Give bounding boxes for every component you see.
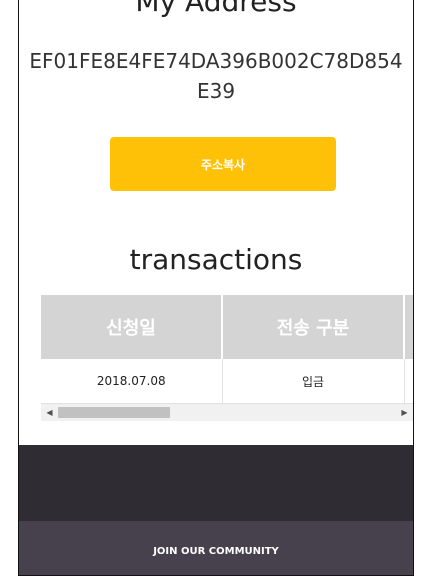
address-title: My Address — [135, 0, 297, 18]
triangle-right-icon[interactable]: ▶ — [396, 404, 413, 421]
cell-date: 2018.07.08 — [41, 359, 223, 404]
transactions-table: 신청일 전송 구분 H 2018.07.08 입금 — [41, 295, 413, 404]
table-header-row: 신청일 전송 구분 H — [41, 295, 413, 359]
horizontal-scrollbar[interactable]: ◀ ▶ — [41, 404, 413, 421]
address-value: EF01FE8E4FE74DA396B002C78D854E39 — [29, 49, 403, 103]
wallet-section: My Address EF01FE8E4FE74DA396B002C78D854… — [19, 0, 413, 445]
column-header-extra: H — [404, 295, 413, 359]
cell-extra — [404, 359, 413, 404]
transactions-title: transactions — [129, 243, 303, 276]
join-community-link[interactable]: JOIN OUR COMMUNITY — [19, 521, 413, 575]
scrollbar-thumb[interactable] — [58, 407, 170, 418]
copy-address-button[interactable]: 주소복사 — [110, 137, 336, 191]
table-row: 2018.07.08 입금 — [41, 359, 413, 404]
column-header-date: 신청일 — [41, 295, 223, 359]
column-header-type: 전송 구분 — [222, 295, 405, 359]
triangle-left-icon[interactable]: ◀ — [41, 404, 58, 421]
cell-type: 입금 — [222, 359, 405, 404]
page-frame: My Address EF01FE8E4FE74DA396B002C78D854… — [18, 0, 414, 576]
